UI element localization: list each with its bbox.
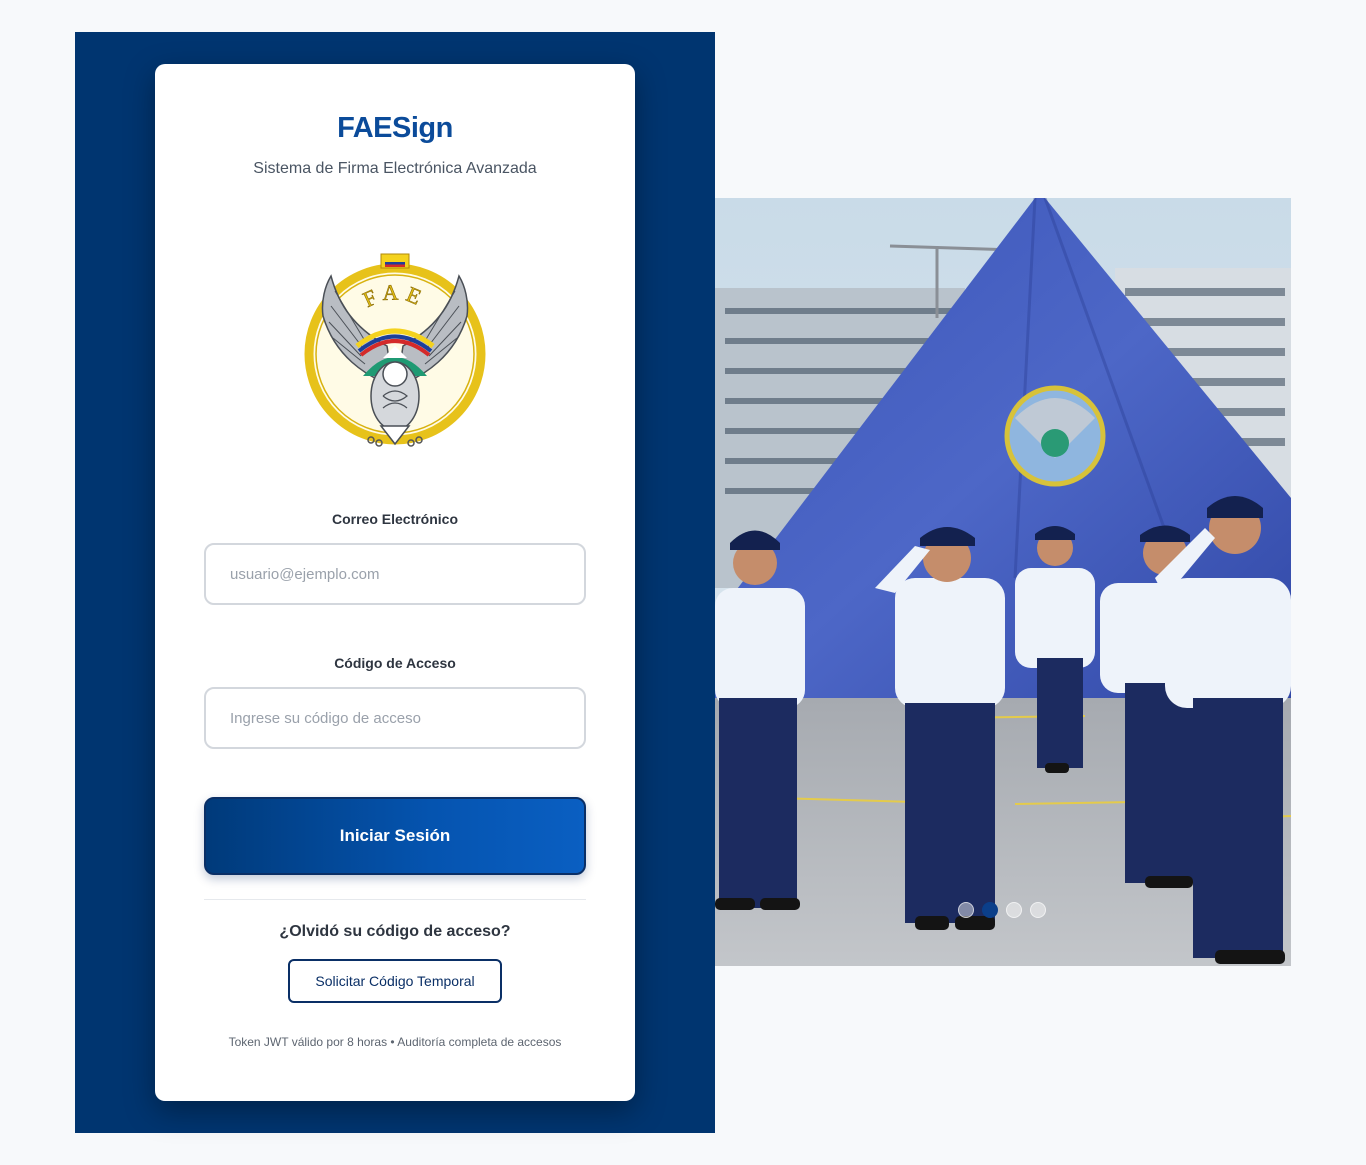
carousel-slide-image xyxy=(715,198,1291,966)
email-label: Correo Electrónico xyxy=(331,511,459,527)
security-footer-note: Token JWT válido por 8 horas • Auditoría… xyxy=(228,1035,562,1049)
login-button[interactable]: Iniciar Sesión xyxy=(204,797,586,875)
ceremony-photo xyxy=(715,198,1291,966)
fae-emblem-logo: FAE xyxy=(304,253,486,447)
forgot-code-question: ¿Olvidó su código de acceso? xyxy=(279,923,511,940)
carousel-indicators xyxy=(958,902,1046,918)
carousel-dot-2[interactable] xyxy=(982,902,998,918)
access-code-label: Código de Acceso xyxy=(334,655,456,671)
carousel-dot-1[interactable] xyxy=(958,902,974,918)
carousel-dot-4[interactable] xyxy=(1030,902,1046,918)
access-code-input[interactable] xyxy=(204,687,586,749)
app-subtitle: Sistema de Firma Electrónica Avanzada xyxy=(253,160,537,177)
email-input[interactable] xyxy=(204,543,586,605)
login-panel: FAESign Sistema de Firma Electrónica Ava… xyxy=(75,32,715,1133)
app-title: FAESign xyxy=(337,112,453,144)
request-temp-code-button[interactable]: Solicitar Código Temporal xyxy=(288,959,502,1003)
divider xyxy=(204,899,586,900)
login-card: FAESign Sistema de Firma Electrónica Ava… xyxy=(155,64,635,1101)
carousel-dot-3[interactable] xyxy=(1006,902,1022,918)
